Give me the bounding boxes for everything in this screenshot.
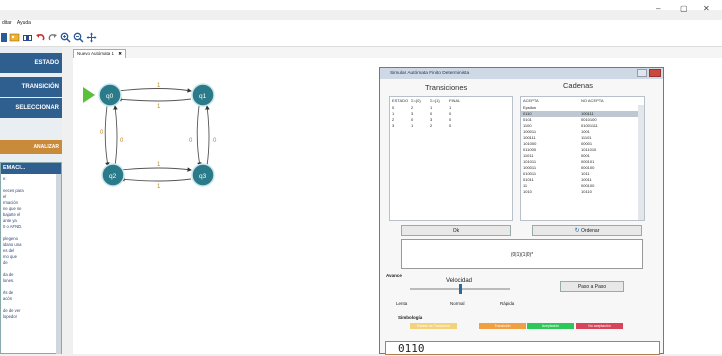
- maximize-button[interactable]: ▢: [680, 4, 688, 13]
- menu-ayuda[interactable]: Ayuda: [17, 20, 31, 26]
- save-icon[interactable]: [22, 32, 33, 43]
- edge-q2-q0[interactable]: [113, 105, 118, 167]
- zoom-in-icon[interactable]: [60, 32, 71, 43]
- state-q2[interactable]: q2: [101, 163, 125, 187]
- edge-label-q0-q2: 0: [100, 130, 104, 136]
- select-tool-button[interactable]: SELECCIONAR: [0, 98, 62, 118]
- legend-title: Simbología: [398, 315, 423, 320]
- dialog-close-button[interactable]: [649, 69, 661, 77]
- strings-title: Cadenas: [563, 81, 594, 90]
- edge-q2-q3[interactable]: [120, 167, 192, 172]
- edge-label-q1-q3: 0: [189, 138, 193, 144]
- transitions-header: ESTADO Σ={0} Σ={1} FINAL: [390, 97, 512, 105]
- strings-header-reject: NO ACEPTA: [581, 98, 604, 103]
- edge-q1-q3[interactable]: [196, 105, 202, 167]
- analyze-button[interactable]: ANALIZAR: [0, 140, 62, 154]
- order-button-label: Ordenar: [581, 228, 600, 234]
- transitions-table: ESTADO Σ={0} Σ={1} FINAL 0 2 1 1 1 3 0 0…: [389, 96, 513, 221]
- menu-editar[interactable]: ditar: [2, 20, 12, 26]
- list-item[interactable]: 1010 10110: [521, 189, 644, 195]
- edge-label-q1-q0: 1: [157, 104, 161, 110]
- transitions-title: Transiciones: [425, 83, 468, 92]
- automaton-diagram: 1 1 0 0 0 0 1 1 q0 q1 q2 q3: [83, 83, 217, 190]
- regex-expression: (0|1)(1|0)*: [401, 239, 643, 269]
- legend-transition: Transición: [479, 323, 526, 329]
- state-q1-label: q1: [199, 93, 207, 100]
- speed-label-slow: Lenta: [396, 301, 408, 306]
- tab-close-icon[interactable]: ✖: [118, 51, 122, 56]
- simulation-dialog: Simular Autómata Finito Determinista Tra…: [379, 67, 664, 355]
- edge-label-q2-q3: 1: [157, 162, 161, 168]
- info-panel-text: e: neces para el rmación ne que se bajar…: [3, 176, 24, 319]
- strings-header: ACEPTA NO ACEPTA: [521, 97, 644, 105]
- simulation-result-string: 0110: [385, 341, 660, 355]
- step-by-step-button[interactable]: Paso a Paso: [560, 281, 624, 292]
- refresh-icon: ↻: [574, 228, 580, 234]
- tab-row: Nuevo Autómata 1 ✖: [73, 47, 722, 58]
- initial-state-arrow-icon: [83, 87, 95, 103]
- redo-icon[interactable]: [47, 32, 58, 43]
- title-strip: [0, 0, 722, 10]
- table-row[interactable]: 3 1 2 0: [390, 123, 512, 129]
- state-q1[interactable]: q1: [191, 83, 215, 107]
- speed-slider-thumb[interactable]: [459, 284, 462, 294]
- transitions-header-cell: Σ={1}: [430, 98, 440, 103]
- legend-rejected: No aceptación: [576, 323, 623, 329]
- table-cell: 3: [392, 123, 395, 128]
- transitions-header-cell: FINAL: [449, 98, 461, 103]
- dialog-minimize-button[interactable]: [637, 69, 647, 77]
- move-icon[interactable]: [86, 32, 97, 43]
- info-panel-title: EMACI...: [1, 163, 61, 174]
- info-scrollbar[interactable]: [56, 174, 61, 354]
- edge-q3-q2[interactable]: [120, 177, 192, 182]
- strings-table: ACEPTA NO ACEPTA Epsilon 0110 100111 0101 00…: [520, 96, 645, 221]
- state-tool-button[interactable]: ESTADO: [0, 53, 62, 73]
- table-cell: 0: [449, 123, 452, 128]
- state-q3-label: q3: [199, 173, 207, 180]
- strings-rows: Epsilon 0110 100111 0101 0010100 1100 01001111…: [521, 105, 644, 195]
- dialog-titlebar: Simular Autómata Finito Determinista: [380, 68, 663, 79]
- edge-q0-q1[interactable]: [117, 88, 192, 93]
- tab-automaton-label: Nuevo Autómata 1: [77, 51, 115, 56]
- legend-accepted: Aceptación: [527, 323, 574, 329]
- legend-transition-state: Estado de Transición: [410, 323, 457, 329]
- dialog-title: Simular Autómata Finito Determinista: [390, 71, 470, 76]
- edge-label-q3-q1: 0: [213, 138, 217, 144]
- edge-label-q3-q2: 1: [157, 184, 161, 190]
- state-q3[interactable]: q3: [191, 163, 215, 187]
- minimize-button[interactable]: –: [656, 4, 660, 13]
- speed-label-normal: Normal: [450, 301, 465, 306]
- transitions-header-cell: Σ={0}: [411, 98, 421, 103]
- menu-bar: ditar Ayuda: [0, 20, 722, 29]
- state-q0-label: q0: [106, 93, 114, 100]
- strings-header-accept: ACEPTA: [523, 98, 539, 103]
- edge-label-q2-q0: 0: [120, 138, 124, 144]
- strings-scrollbar[interactable]: [638, 105, 644, 220]
- speed-label-fast: Rápida: [500, 301, 515, 306]
- state-q2-label: q2: [109, 173, 117, 180]
- ok-button[interactable]: Ok: [401, 225, 511, 236]
- rejected-string: 10110: [581, 189, 592, 194]
- toolbar: [0, 29, 722, 47]
- edge-q0-q2[interactable]: [104, 105, 110, 167]
- tab-automaton[interactable]: Nuevo Autómata 1 ✖: [73, 49, 127, 58]
- close-window-button[interactable]: ✕: [703, 4, 710, 13]
- edge-q1-q0[interactable]: [117, 97, 192, 102]
- table-cell: 1: [411, 123, 414, 128]
- advance-section-label: Avance: [386, 273, 402, 278]
- state-q0[interactable]: q0: [98, 83, 122, 107]
- order-button[interactable]: ↻ Ordenar: [532, 225, 642, 236]
- transition-tool-button[interactable]: TRANSICIÓN: [0, 77, 62, 97]
- undo-icon[interactable]: [35, 32, 46, 43]
- zoom-out-icon[interactable]: [73, 32, 84, 43]
- open-image-icon[interactable]: [9, 32, 20, 43]
- transitions-header-cell: ESTADO: [392, 98, 409, 103]
- accepted-string: 1010: [523, 189, 532, 194]
- info-panel: EMACI... e: neces para el rmación ne que…: [0, 162, 62, 354]
- edge-q3-q1[interactable]: [205, 105, 210, 167]
- table-cell: 2: [430, 123, 433, 128]
